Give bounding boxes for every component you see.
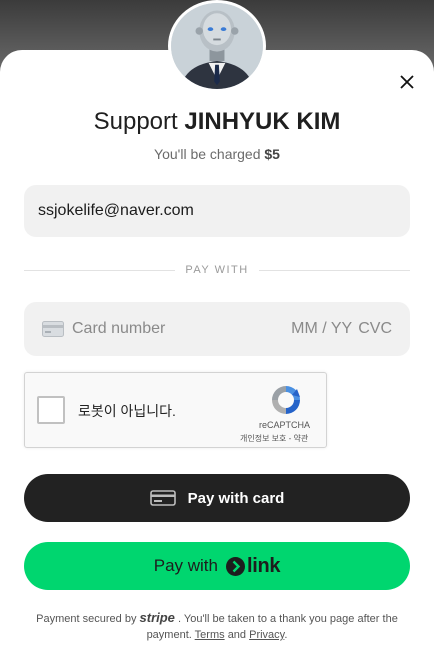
privacy-link[interactable]: Privacy: [249, 629, 284, 641]
footer-and: and: [227, 629, 247, 641]
charge-notice: You'll be charged $5: [0, 146, 434, 162]
divider-line-right: [258, 269, 410, 271]
page-title: Support JINHYUK KIM: [0, 108, 434, 136]
recaptcha-widget: 로봇이 아닙니다. reCAPTCHA 개인정보 보호 - 약관: [24, 372, 327, 448]
payment-footer: Payment secured by stripe . You'll be ta…: [30, 610, 404, 643]
stripe-logo: stripe: [139, 610, 175, 625]
recaptcha-checkbox[interactable]: [37, 396, 65, 424]
pay-with-card-button[interactable]: Pay with card: [24, 474, 410, 522]
link-brand: link: [246, 554, 281, 577]
robot-portrait-image: [171, 3, 263, 89]
recaptcha-links: 개인정보 보호 - 약관: [240, 433, 308, 444]
charge-prefix: You'll be charged: [154, 146, 261, 162]
recaptcha-terms-link[interactable]: 약관: [294, 434, 309, 443]
title-prefix: Support: [93, 108, 178, 135]
recaptcha-logo-icon: [272, 386, 300, 414]
recaptcha-label: 로봇이 아닙니다.: [78, 403, 176, 419]
footer-end: .: [284, 629, 288, 641]
footer-prefix: Payment secured by: [36, 613, 137, 625]
recaptcha-privacy-link[interactable]: 개인정보 보호: [240, 434, 286, 443]
card-cvc-placeholder[interactable]: CVC: [358, 320, 392, 338]
link-arrow-icon: [225, 556, 245, 576]
card-expiry-placeholder[interactable]: MM / YY: [291, 320, 352, 338]
recaptcha-separator: -: [286, 434, 294, 443]
pay-with-card-label: Pay with card: [187, 489, 285, 507]
close-icon: [400, 74, 414, 89]
pay-with-link-button[interactable]: Pay with link: [24, 542, 410, 590]
email-field[interactable]: [24, 185, 410, 237]
creator-name: JINHYUK KIM: [184, 108, 341, 135]
divider-line-left: [24, 269, 176, 271]
card-icon: [149, 490, 176, 506]
creator-avatar: [168, 0, 266, 92]
divider-label: PAY WITH: [185, 264, 249, 276]
terms-link[interactable]: Terms: [195, 629, 225, 641]
close-button[interactable]: [396, 72, 418, 94]
charge-amount: $5: [264, 146, 280, 162]
pay-with-divider: PAY WITH: [24, 262, 410, 278]
card-input-field[interactable]: Card number MM / YY CVC: [24, 302, 410, 356]
recaptcha-brand: reCAPTCHA: [259, 420, 311, 430]
pay-with-link-prefix: Pay with: [153, 556, 218, 575]
credit-card-icon: [42, 321, 64, 337]
card-number-placeholder[interactable]: Card number: [72, 320, 291, 338]
